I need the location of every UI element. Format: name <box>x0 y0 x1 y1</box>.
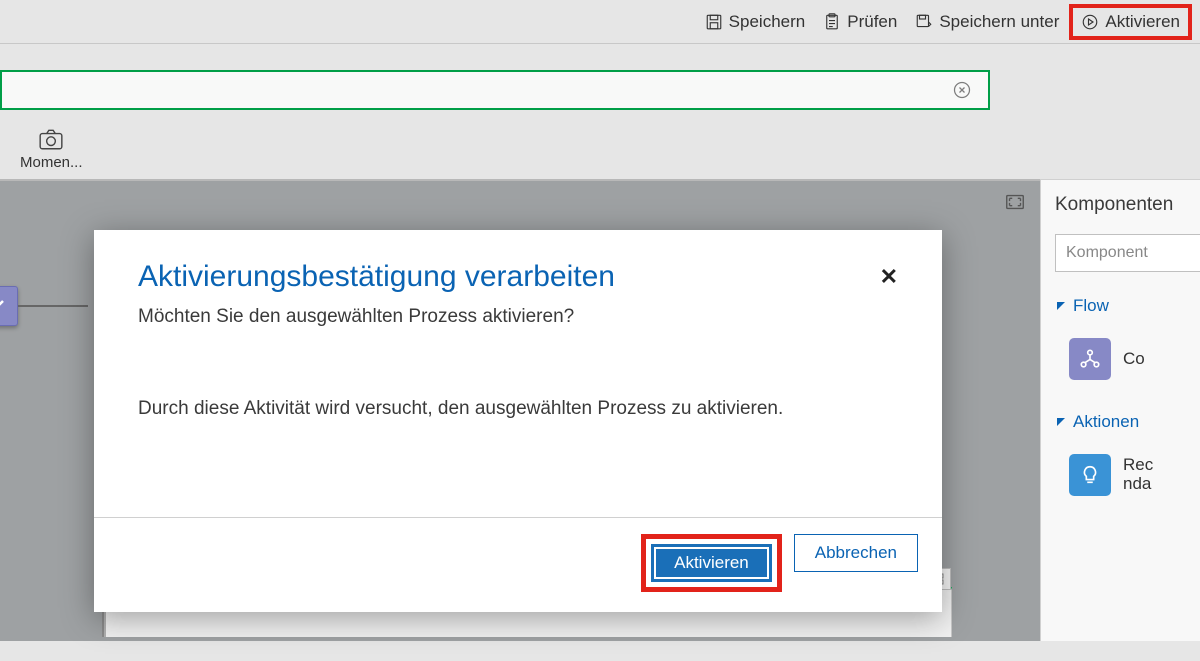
flow-component-item[interactable]: Co <box>1055 330 1200 388</box>
close-button[interactable]: ✕ <box>880 264 898 290</box>
flow-section-header[interactable]: Flow <box>1055 296 1200 316</box>
snapshot-label: Momen... <box>20 154 83 171</box>
flow-item-icon <box>1069 338 1111 380</box>
dialog-body: Durch diese Aktivität wird versucht, den… <box>138 398 898 517</box>
activate-button[interactable]: Aktivieren <box>1081 12 1180 32</box>
confirm-activate-button[interactable]: Aktivieren <box>651 544 772 582</box>
dialog-footer: Aktivieren Abbrechen <box>94 517 942 612</box>
save-label: Speichern <box>729 12 806 32</box>
save-as-icon <box>915 13 933 31</box>
camera-icon <box>38 128 64 150</box>
activate-button-highlight: Aktivieren <box>641 534 782 592</box>
triangle-collapse-icon <box>1055 300 1067 312</box>
action-recommendation-item[interactable]: Rec nda <box>1055 446 1200 504</box>
clipboard-icon <box>823 13 841 31</box>
activation-confirm-dialog: ✕ Aktivierungsbestätigung verarbeiten Mö… <box>94 230 942 612</box>
flow-connector <box>18 305 88 307</box>
formula-input[interactable] <box>0 70 990 110</box>
save-icon <box>705 13 723 31</box>
canvas-zoom-controls <box>1004 191 1026 213</box>
save-as-label: Speichern unter <box>939 12 1059 32</box>
triangle-collapse-icon <box>1055 416 1067 428</box>
component-search-input[interactable]: Komponent <box>1055 234 1200 272</box>
actions-section-label: Aktionen <box>1073 412 1139 432</box>
flow-check-icon <box>0 286 18 326</box>
input-section: Momen... <box>0 44 1200 179</box>
flow-item-label: Co <box>1123 349 1145 369</box>
flow-section-label: Flow <box>1073 296 1109 316</box>
action-item-icon <box>1069 454 1111 496</box>
sidebar-title: Komponenten <box>1055 194 1200 216</box>
clear-icon[interactable] <box>952 80 972 100</box>
check-button[interactable]: Prüfen <box>823 12 897 32</box>
components-sidebar: Komponenten Komponent Flow Co Aktionen R… <box>1040 179 1200 641</box>
save-as-button[interactable]: Speichern unter <box>915 12 1059 32</box>
action-item-label: Rec nda <box>1123 456 1153 493</box>
fullscreen-icon[interactable] <box>1004 191 1026 213</box>
activate-label: Aktivieren <box>1105 12 1180 32</box>
flow-start-node[interactable] <box>0 286 88 326</box>
save-button[interactable]: Speichern <box>705 12 806 32</box>
actions-section-header[interactable]: Aktionen <box>1055 412 1200 432</box>
cancel-button[interactable]: Abbrechen <box>794 534 918 572</box>
check-label: Prüfen <box>847 12 897 32</box>
snapshot-button[interactable]: Momen... <box>20 128 83 171</box>
activate-highlight: Aktivieren <box>1069 4 1192 40</box>
dialog-title: Aktivierungsbestätigung verarbeiten <box>138 260 898 294</box>
top-toolbar: Speichern Prüfen Speichern unter Aktivie… <box>0 0 1200 44</box>
activate-icon <box>1081 13 1099 31</box>
dialog-subtitle: Möchten Sie den ausgewählten Prozess akt… <box>138 306 898 328</box>
